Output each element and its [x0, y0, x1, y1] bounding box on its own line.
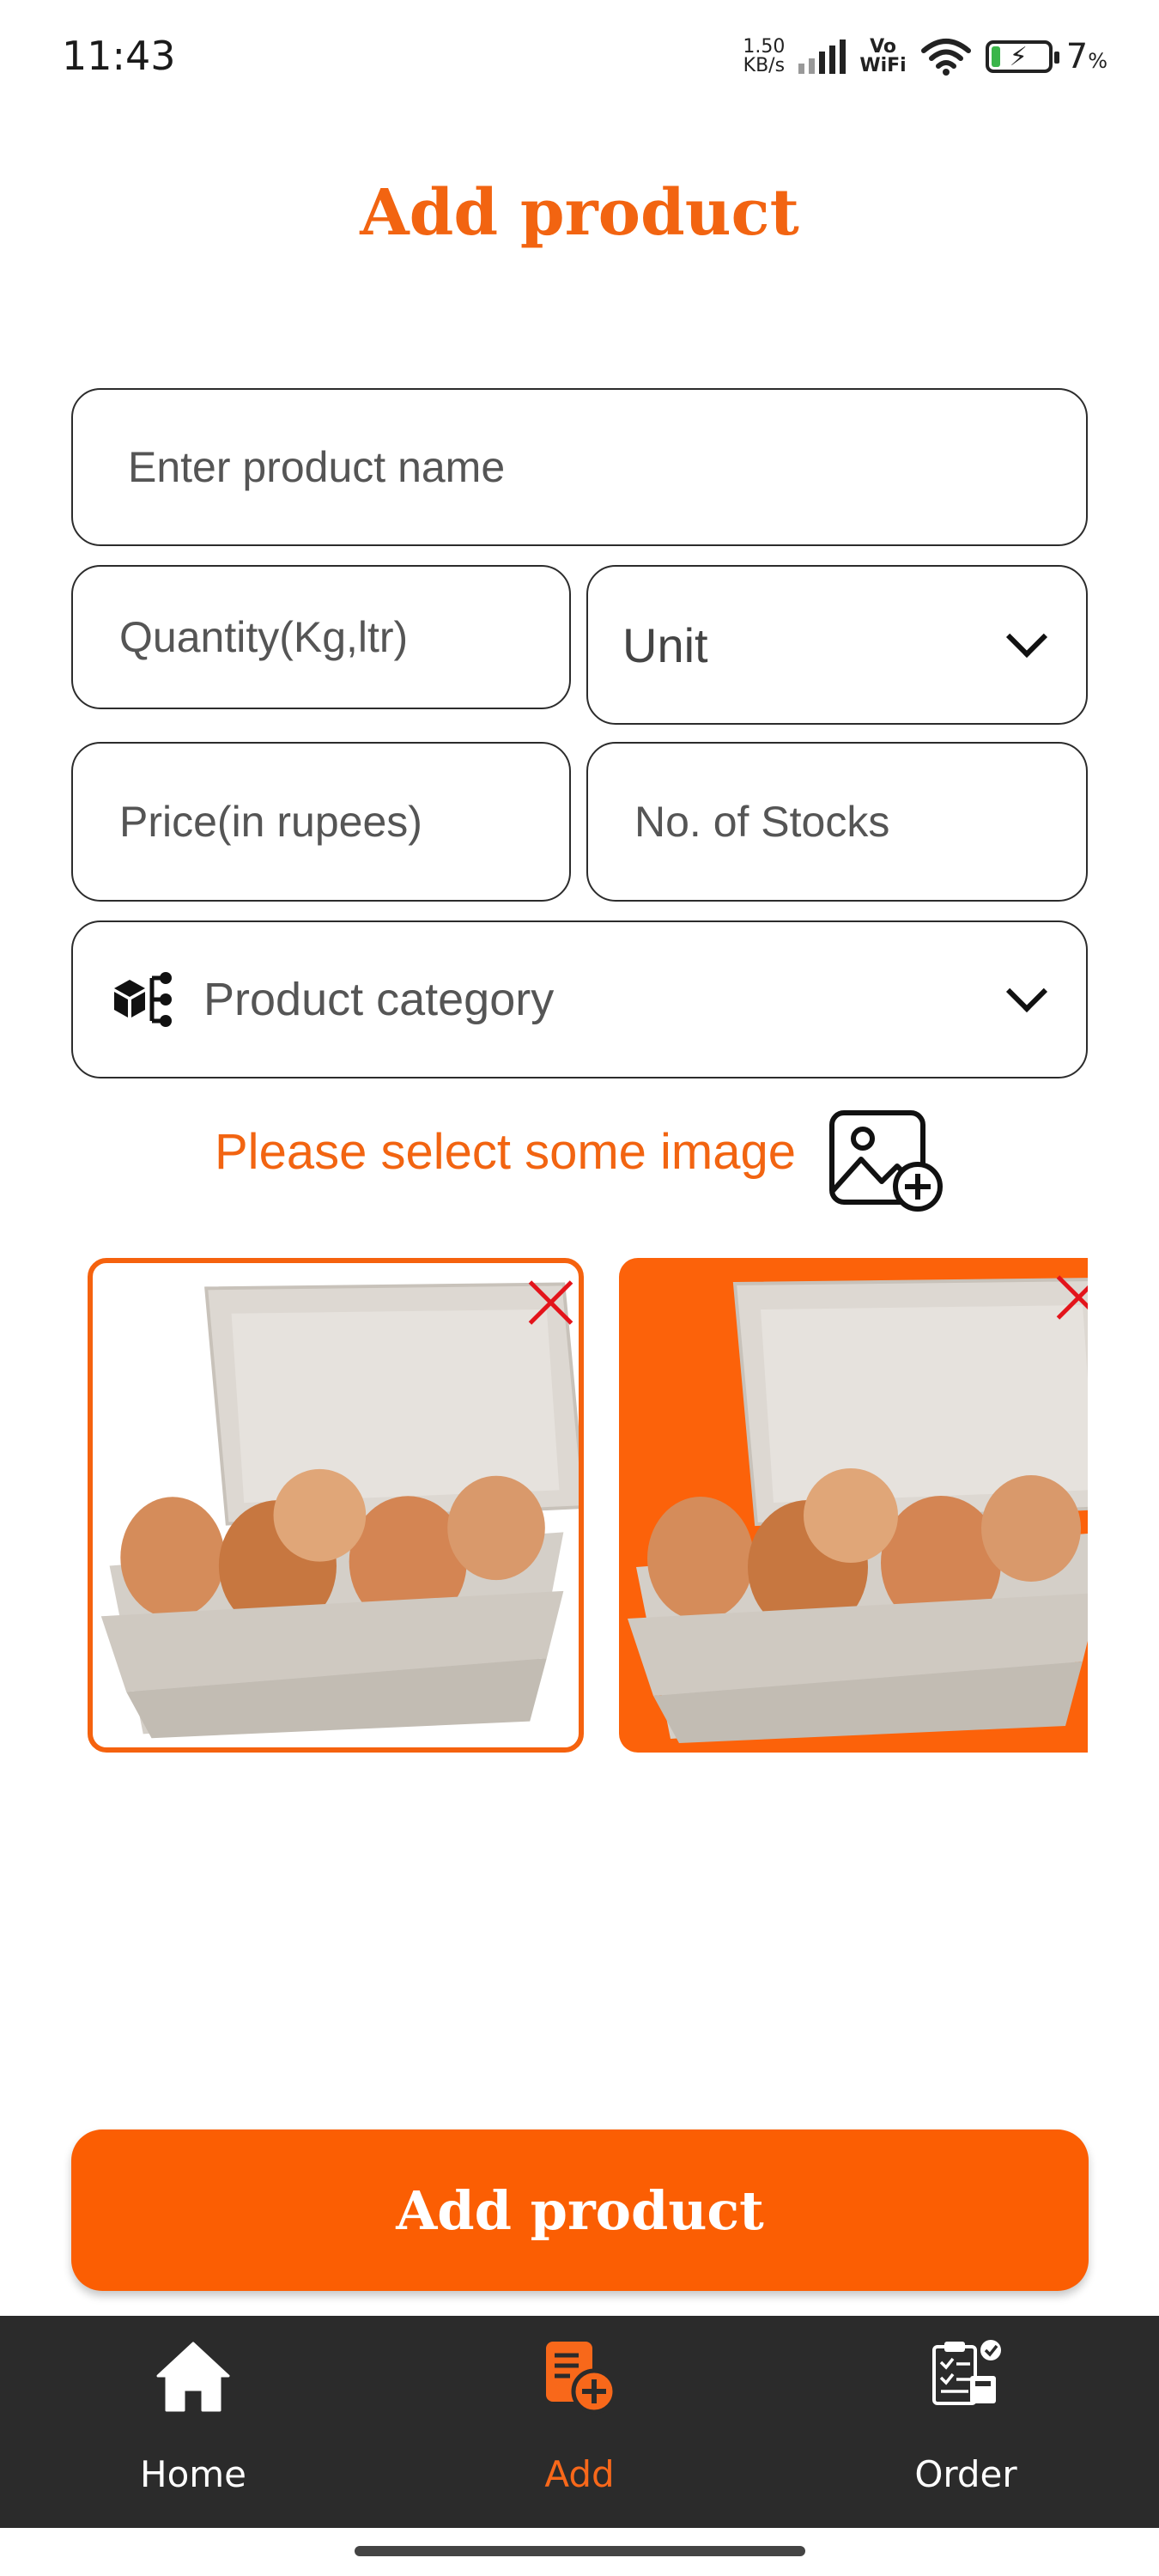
image-thumbnail[interactable]: [88, 1258, 584, 1753]
egg-carton-image: [628, 1278, 1088, 1743]
nav-label-order: Order: [914, 2453, 1017, 2495]
signal-icon: [798, 39, 846, 74]
stocks-placeholder: No. of Stocks: [634, 798, 890, 846]
wifi-icon: [920, 39, 971, 76]
order-clipboard-icon: [932, 2340, 1001, 2405]
unit-value: Unit: [622, 617, 708, 672]
status-icons: 1.50 KB/s Vo WiFi ⚡ 7%: [743, 31, 1107, 82]
price-input[interactable]: Price(in rupees): [71, 742, 571, 902]
add-product-button-label: Add product: [396, 2178, 764, 2242]
category-placeholder: Product category: [203, 974, 555, 1025]
status-time: 11:43: [62, 33, 176, 79]
product-category-select[interactable]: Product category: [71, 920, 1088, 1078]
add-image-icon[interactable]: [828, 1108, 944, 1212]
unit-select[interactable]: Unit: [586, 565, 1088, 725]
nav-item-home[interactable]: Home: [90, 2333, 296, 2505]
home-icon: [156, 2342, 230, 2412]
status-bar: 11:43 1.50 KB/s Vo WiFi ⚡ 7%: [0, 0, 1159, 116]
chevron-down-icon: [1005, 970, 1048, 1013]
nav-item-add[interactable]: Add: [476, 2333, 683, 2505]
gesture-bar[interactable]: [355, 2546, 805, 2556]
product-name-placeholder: Enter product name: [128, 443, 506, 491]
product-name-input[interactable]: Enter product name: [71, 388, 1088, 546]
bottom-navigation: Home Add Order: [0, 2316, 1159, 2528]
nav-label-home: Home: [139, 2453, 247, 2495]
quantity-placeholder: Quantity(Kg,ltr): [119, 613, 409, 661]
nav-label-add: Add: [544, 2453, 615, 2495]
network-speed: 1.50 KB/s: [743, 36, 786, 76]
add-document-icon: [546, 2342, 617, 2415]
battery-icon: ⚡: [985, 40, 1059, 73]
select-image-prompt: Please select some image: [215, 1124, 796, 1180]
page-title: Add product: [360, 176, 799, 250]
remove-image-icon[interactable]: [1055, 1273, 1088, 1321]
chevron-down-icon: [1005, 616, 1048, 659]
remove-image-icon[interactable]: [527, 1279, 575, 1327]
stocks-input[interactable]: No. of Stocks: [586, 742, 1088, 902]
price-placeholder: Price(in rupees): [119, 798, 422, 846]
vowifi-icon: Vo WiFi: [859, 36, 907, 76]
egg-carton-image: [100, 1282, 579, 1739]
add-product-button[interactable]: Add product: [71, 2129, 1089, 2291]
nav-item-order[interactable]: Order: [863, 2333, 1069, 2505]
category-tree-icon: [114, 972, 172, 1027]
quantity-input[interactable]: Quantity(Kg,ltr): [71, 565, 571, 709]
battery-percent: 7%: [1065, 37, 1107, 76]
image-thumbnail[interactable]: [619, 1258, 1088, 1753]
